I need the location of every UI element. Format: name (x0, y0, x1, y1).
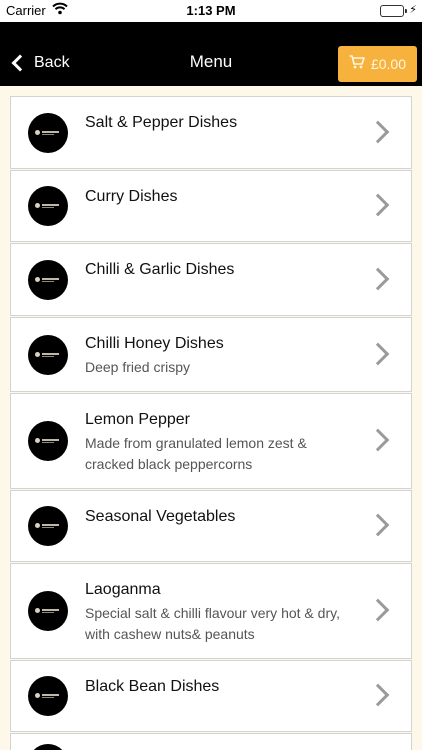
menu-item-description: Special salt & chilli flavour very hot &… (85, 605, 340, 642)
menu-item-title: Black Bean Dishes (85, 678, 220, 695)
cart-total: £0.00 (370, 56, 407, 72)
menu-item-salt-pepper[interactable]: Salt & Pepper Dishes (10, 96, 412, 169)
menu-item-title: Chilli Honey Dishes (85, 335, 224, 352)
menu-item-title: Chilli & Garlic Dishes (85, 261, 235, 278)
menu-item-lemon-pepper[interactable]: Lemon Pepper Made from granulated lemon … (10, 393, 412, 489)
menu-item-title: Seasonal Vegetables (85, 508, 236, 525)
chevron-right-icon (366, 598, 390, 622)
menu-list: Salt & Pepper Dishes Curry Dishes Chilli… (10, 96, 412, 750)
chevron-right-icon (366, 267, 390, 290)
menu-item-seasonal-vegetables[interactable]: Seasonal Vegetables (10, 490, 412, 562)
status-bar: Carrier 1:13 PM ⚡ (0, 0, 422, 22)
restaurant-logo-icon (28, 334, 68, 375)
status-time: 1:13 PM (186, 3, 236, 18)
chevron-right-icon (366, 683, 390, 707)
charging-icon: ⚡ (409, 4, 417, 16)
chevron-right-icon (366, 513, 390, 537)
restaurant-logo-icon (28, 112, 68, 153)
menu-item-chilli-honey[interactable]: Chilli Honey Dishes Deep fried crispy (10, 317, 412, 392)
back-label: Back (34, 54, 70, 71)
chevron-right-icon (366, 120, 390, 143)
chevron-right-icon (366, 428, 390, 452)
menu-item-black-bean[interactable]: Black Bean Dishes (10, 660, 412, 732)
menu-item-title: Curry Dishes (85, 188, 178, 205)
restaurant-logo-icon (28, 259, 68, 300)
menu-item-chilli-garlic[interactable]: Chilli & Garlic Dishes (10, 243, 412, 316)
restaurant-logo-icon (28, 591, 68, 631)
menu-item-title: Laoganma (85, 581, 161, 598)
restaurant-logo-icon (28, 421, 68, 461)
menu-item-description: Made from granulated lemon zest & cracke… (85, 435, 307, 472)
chevron-right-icon (366, 193, 390, 217)
cart-button[interactable]: £0.00 (338, 46, 417, 82)
restaurant-logo-icon (28, 186, 68, 226)
menu-item-laoganma[interactable]: Laoganma Special salt & chilli flavour v… (10, 563, 412, 659)
menu-item-description: Deep fried crispy (85, 359, 191, 375)
menu-item-title: Salt & Pepper Dishes (85, 114, 238, 131)
menu-item-title: Lemon Pepper (85, 411, 190, 428)
navigation-bar: Back Menu £0.00 (0, 22, 422, 86)
restaurant-logo-icon (28, 744, 68, 750)
menu-item-curry[interactable]: Curry Dishes (10, 170, 412, 242)
chevron-right-icon (366, 342, 390, 365)
cart-icon (349, 54, 365, 74)
chevron-left-icon (11, 54, 29, 72)
restaurant-logo-icon (28, 506, 68, 546)
battery-icon (380, 5, 407, 17)
restaurant-logo-icon (28, 676, 68, 716)
menu-item-partial[interactable] (10, 733, 412, 750)
back-button[interactable]: Back (10, 50, 70, 76)
